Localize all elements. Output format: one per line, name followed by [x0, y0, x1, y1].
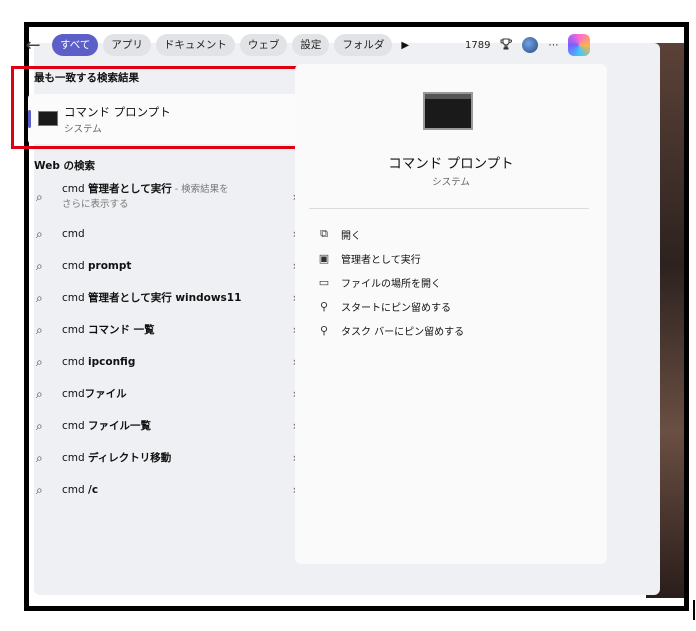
back-arrow-icon[interactable]: ←	[24, 35, 42, 56]
action-run-as-admin[interactable]: ▣ 管理者として実行	[317, 246, 464, 270]
toolbar-right: 1789 ⋯	[465, 32, 591, 58]
web-results-list: ⌕ cmd 管理者として実行 - 検索結果をさらに表示する › ⌕ cmd › …	[28, 176, 311, 506]
folder-icon: ▭	[318, 275, 330, 289]
search-icon: ⌕	[36, 482, 43, 497]
divider	[309, 208, 589, 209]
pin-icon: ⚲	[319, 323, 329, 337]
search-icon: ⌕	[36, 354, 43, 369]
action-label: ファイルの場所を開く	[341, 278, 441, 290]
search-icon: ⌕	[36, 290, 43, 305]
result-bold: コマンド 一覧	[88, 324, 155, 336]
filter-folders[interactable]: フォルダ	[334, 34, 393, 56]
text-cursor	[693, 600, 695, 620]
result-prefix: cmd	[62, 228, 85, 240]
rewards-points: 1789	[465, 39, 491, 51]
action-pin-to-taskbar[interactable]: ⚲ タスク バーにピン留めする	[317, 318, 464, 342]
filter-all[interactable]: すべて	[52, 34, 99, 56]
detail-actions: ⧉ 開く ▣ 管理者として実行 ▭ ファイルの場所を開く ⚲ スタートにピン留め…	[317, 222, 464, 342]
result-prefix: cmd	[62, 260, 89, 272]
result-bold: ipconfig	[88, 356, 136, 368]
list-item[interactable]: ⌕ cmdファイル ›	[28, 378, 311, 410]
result-prefix: cmd	[62, 356, 89, 368]
detail-pane: コマンド プロンプト システム ⧉ 開く ▣ 管理者として実行 ▭ ファイルの場…	[295, 64, 607, 564]
result-hint: - 検索結果を	[171, 184, 229, 195]
list-item[interactable]: ⌕ cmd 管理者として実行 windows11 ›	[28, 282, 311, 314]
result-prefix: cmd	[62, 388, 85, 400]
result-hint-line2: さらに表示する	[62, 199, 129, 210]
action-label: 管理者として実行	[341, 254, 421, 266]
result-bold: 管理者として実行 windows11	[88, 292, 242, 304]
action-label: タスク バーにピン留めする	[341, 326, 465, 338]
result-prefix: cmd	[62, 484, 89, 496]
web-search-title: Web の検索	[34, 160, 96, 172]
action-open-file-location[interactable]: ▭ ファイルの場所を開く	[317, 270, 464, 294]
result-prefix: cmd	[62, 324, 89, 336]
list-item[interactable]: ⌕ cmd ›	[28, 218, 311, 250]
trophy-icon[interactable]	[500, 38, 513, 53]
result-bold: ファイル一覧	[88, 420, 152, 432]
filter-documents[interactable]: ドキュメント	[155, 34, 235, 56]
list-item[interactable]: ⌕ cmd 管理者として実行 - 検索結果をさらに表示する ›	[28, 176, 311, 218]
list-item[interactable]: ⌕ cmd /c ›	[28, 474, 311, 506]
filter-web[interactable]: ウェブ	[239, 34, 288, 56]
search-icon: ⌕	[36, 226, 43, 241]
list-item[interactable]: ⌕ cmd prompt ›	[28, 250, 311, 282]
action-open[interactable]: ⧉ 開く	[317, 222, 464, 246]
more-filters-icon[interactable]: ▶	[401, 40, 409, 51]
command-prompt-large-icon	[423, 92, 473, 130]
action-label: スタートにピン留めする	[341, 302, 451, 314]
filter-settings[interactable]: 設定	[292, 34, 330, 56]
detail-subtitle: システム	[432, 177, 470, 188]
copilot-icon[interactable]	[568, 34, 591, 56]
result-bold: 管理者として実行	[88, 183, 172, 195]
list-item[interactable]: ⌕ cmd ipconfig ›	[28, 346, 311, 378]
detail-title: コマンド プロンプト	[388, 156, 514, 172]
search-icon: ⌕	[36, 418, 43, 433]
shield-window-icon: ▣	[318, 251, 330, 265]
result-prefix: cmd	[62, 292, 89, 304]
result-prefix: cmd	[62, 452, 89, 464]
result-bold: prompt	[88, 260, 132, 272]
result-bold: ファイル	[84, 388, 127, 400]
more-options-icon[interactable]: ⋯	[548, 40, 558, 51]
search-icon: ⌕	[36, 258, 43, 273]
result-prefix: cmd	[62, 420, 89, 432]
search-icon: ⌕	[36, 189, 43, 204]
action-label: 開く	[341, 230, 361, 242]
action-pin-to-start[interactable]: ⚲ スタートにピン留めする	[317, 294, 464, 318]
open-external-icon: ⧉	[320, 227, 328, 240]
result-bold: ディレクトリ移動	[88, 452, 172, 464]
highlight-annotation-box	[11, 66, 302, 149]
list-item[interactable]: ⌕ cmd ディレクトリ移動 ›	[28, 442, 311, 474]
pin-icon: ⚲	[319, 299, 329, 313]
list-item[interactable]: ⌕ cmd コマンド 一覧 ›	[28, 314, 311, 346]
search-icon: ⌕	[36, 386, 43, 401]
result-prefix: cmd	[62, 183, 89, 195]
filter-apps[interactable]: アプリ	[103, 34, 151, 56]
account-avatar[interactable]	[522, 37, 539, 53]
search-icon: ⌕	[36, 450, 43, 465]
list-item[interactable]: ⌕ cmd ファイル一覧 ›	[28, 410, 311, 442]
search-icon: ⌕	[36, 322, 43, 337]
result-bold: /c	[88, 484, 99, 496]
search-filter-bar: ← すべて アプリ ドキュメント ウェブ 設定 フォルダ ▶	[24, 32, 409, 58]
